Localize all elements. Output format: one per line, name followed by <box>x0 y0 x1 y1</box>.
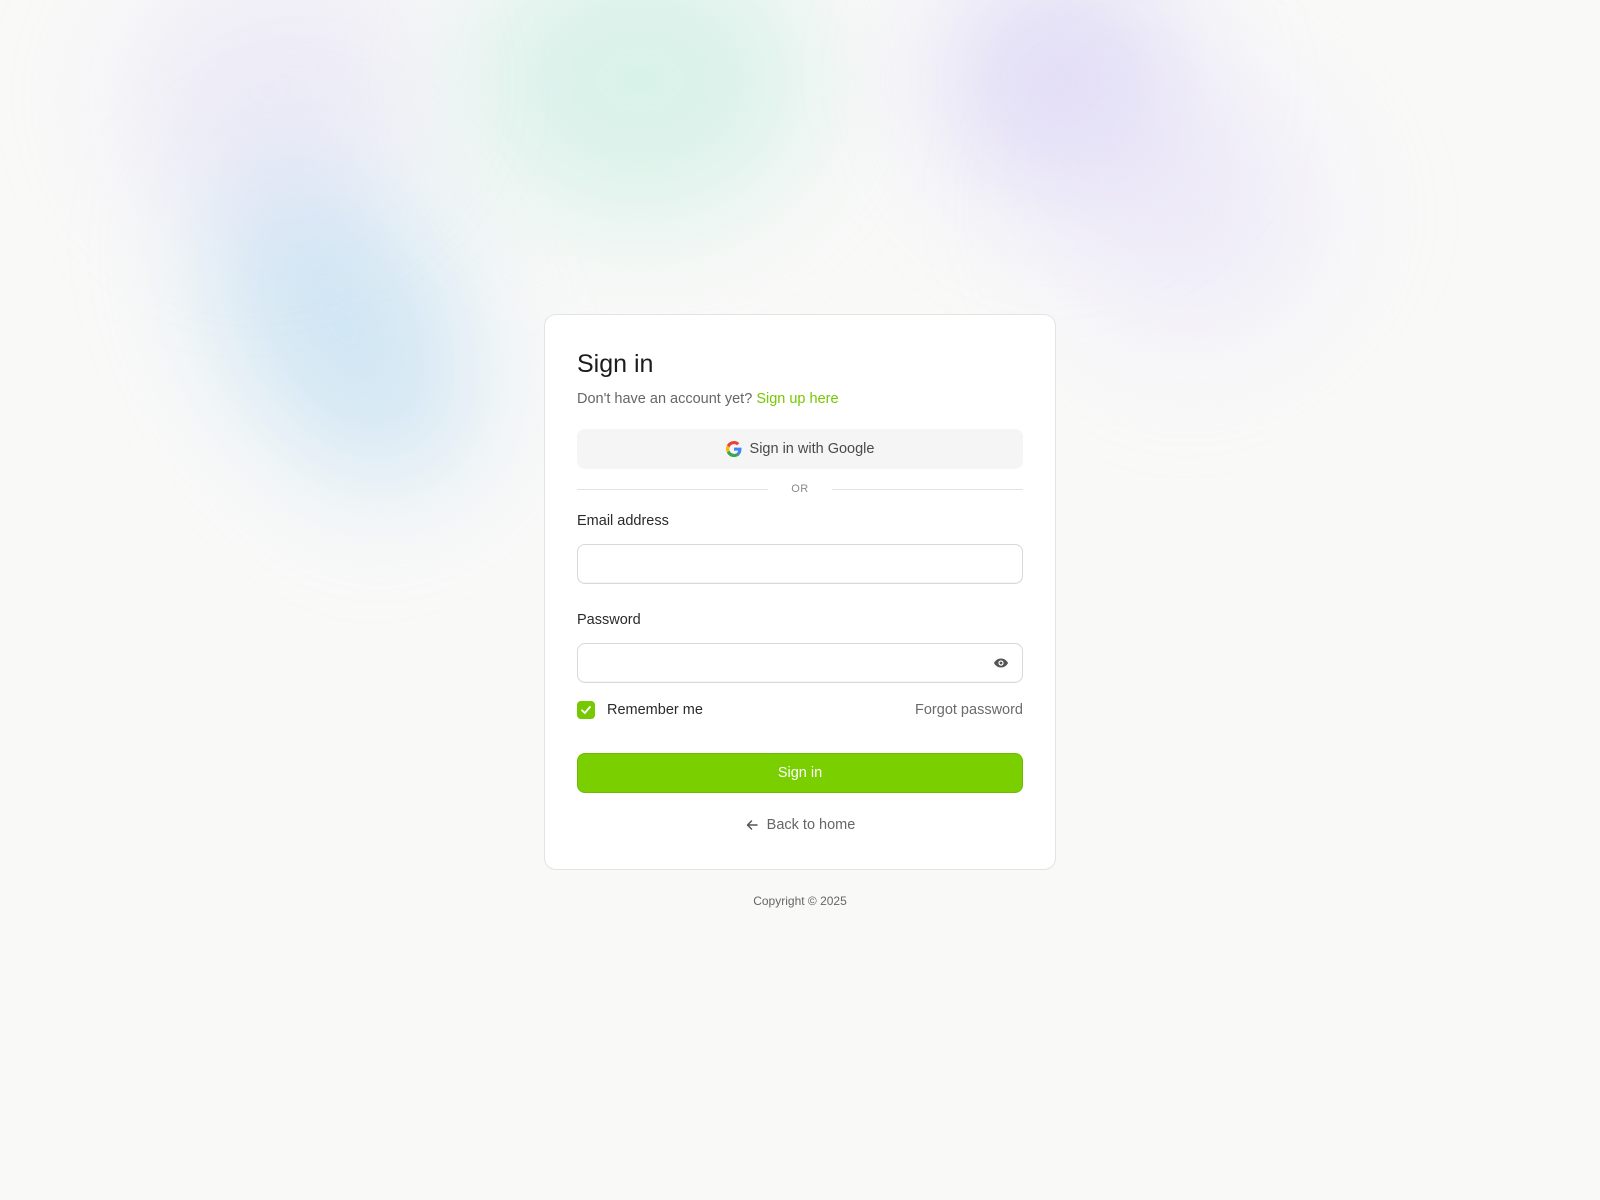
eye-icon[interactable] <box>993 655 1009 671</box>
email-label: Email address <box>577 513 669 529</box>
signup-link[interactable]: Sign up here <box>756 391 838 407</box>
email-field-wrapper <box>577 544 1023 584</box>
forgot-password-link[interactable]: Forgot password <box>915 702 1023 718</box>
google-signin-button[interactable]: Sign in with Google <box>577 429 1023 469</box>
email-field[interactable] <box>577 544 1023 584</box>
page-title: Sign in <box>577 350 654 378</box>
password-field[interactable] <box>577 643 1023 683</box>
divider-text: OR <box>791 483 809 495</box>
divider-line <box>577 488 768 490</box>
password-field-wrapper <box>577 643 1023 683</box>
signin-button[interactable]: Sign in <box>577 753 1023 793</box>
background-blob <box>470 0 810 220</box>
background-blob <box>1006 26 1374 394</box>
check-icon <box>581 706 591 714</box>
signin-card: Sign in Don't have an account yet? Sign … <box>544 314 1056 870</box>
google-button-label: Sign in with Google <box>749 441 875 457</box>
divider-line <box>832 488 1023 490</box>
checkbox-box[interactable] <box>577 701 595 719</box>
google-icon <box>725 441 742 457</box>
back-to-home-link[interactable]: Back to home <box>577 817 1023 833</box>
or-divider: OR <box>577 481 1023 497</box>
password-label: Password <box>577 612 641 628</box>
signup-prompt: Don't have an account yet? Sign up here <box>577 389 1023 409</box>
remember-me-label: Remember me <box>607 702 703 718</box>
back-to-home-label: Back to home <box>766 817 856 833</box>
arrow-left-icon <box>746 820 758 830</box>
background-blob <box>892 0 1228 248</box>
copyright-text: Copyright © 2025 <box>753 894 847 908</box>
background-blob <box>79 0 461 272</box>
options-row: Remember me Forgot password <box>577 700 1023 720</box>
background-blob <box>154 109 526 531</box>
remember-me-checkbox[interactable]: Remember me <box>577 701 703 719</box>
signin-button-label: Sign in <box>777 765 823 781</box>
signup-prompt-text: Don't have an account yet? <box>577 391 753 407</box>
